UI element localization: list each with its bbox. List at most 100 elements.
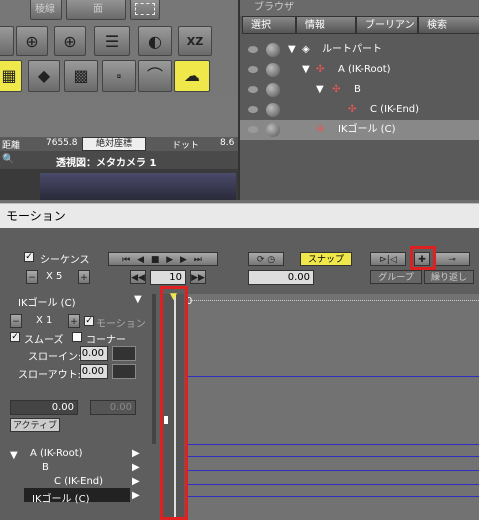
globe-icon: ◐ [148, 32, 162, 51]
repeat-button[interactable]: 繰り返し [424, 270, 474, 284]
motion-window: モーション ✓ シーケンス − X 5 + ⏮ ◀ ■ ▶ ▶ ⏭ ◀◀ 10 … [0, 203, 479, 520]
eye-icon[interactable] [248, 126, 258, 133]
frame-input[interactable]: 10 [150, 270, 186, 285]
tree-row-c[interactable]: ✣ C (IK-End) [240, 100, 479, 120]
value-input-1[interactable]: 0.00 [10, 400, 78, 415]
free-shape-button[interactable]: ☁ [174, 60, 210, 92]
tree-row-ik-goal[interactable]: ✣ IKゴール (C) [240, 120, 479, 140]
prev-key-button[interactable]: ◀◀ [130, 270, 146, 284]
corner-checkbox[interactable] [72, 332, 82, 342]
slow-out-input[interactable]: 0.00 [80, 364, 108, 379]
minus-button[interactable]: − [26, 270, 38, 284]
eye-icon[interactable] [248, 106, 258, 113]
x1-label: X 1 [36, 315, 53, 326]
track-arrow-icon[interactable]: ▶ [132, 490, 140, 501]
tree-expand-icon[interactable]: ▼ [10, 450, 18, 461]
coord-mode-select[interactable]: 絶対座標 [82, 137, 146, 151]
group-button[interactable]: グループ [370, 270, 422, 284]
smooth-label: スムーズ [24, 335, 64, 346]
joint-icon: ✣ [316, 64, 325, 75]
cube-button[interactable]: ◆ [28, 60, 60, 92]
slow-in-label: スローイン: [28, 352, 82, 363]
tree-row-b[interactable]: ▼ ✣ B [240, 80, 479, 100]
xz-plane-button[interactable]: XZ [178, 26, 212, 56]
vertical-scrollbar[interactable] [152, 294, 156, 444]
key-line [185, 496, 479, 497]
distance-label: 距離 [2, 141, 21, 151]
expand-icon[interactable]: ▼ [316, 80, 324, 100]
zoom-icon[interactable]: 🔍 [2, 154, 14, 165]
slow-out-slider[interactable] [112, 364, 136, 379]
grid-button[interactable]: ▦ [0, 60, 22, 92]
highlight-box-add-key [410, 246, 436, 270]
clock-button[interactable]: ⟳ ◷ [248, 252, 284, 266]
part-menu-icon[interactable]: ▼ [134, 294, 142, 305]
tool-button-1[interactable] [0, 26, 14, 56]
corner-label: コーナー [86, 335, 126, 346]
visibility-ball-icon[interactable] [266, 123, 280, 137]
expand-icon[interactable]: ▼ [302, 60, 310, 80]
visibility-ball-icon[interactable] [266, 43, 280, 57]
mesh-button[interactable]: ▩ [64, 60, 98, 92]
curve-button[interactable]: ⌒ [138, 60, 172, 92]
active-button[interactable]: アクティブ [10, 418, 60, 432]
key-nav-button[interactable]: ⊳|◁ [370, 252, 406, 266]
next-key-button[interactable]: ▶▶ [190, 270, 206, 284]
key-line [185, 484, 479, 485]
eye-icon[interactable] [248, 86, 258, 93]
eye-icon[interactable] [248, 66, 258, 73]
tree-row-a[interactable]: ▼ ✣ A (IK-Root) [240, 60, 479, 80]
viewport-title: 透視図：メタカメラ 1 [56, 158, 157, 169]
tab-info[interactable]: 情報 [296, 16, 356, 34]
tree-row-root-part[interactable]: ▼ ◈ ルートパート [240, 40, 479, 60]
tree-label: ルートパート [322, 44, 382, 55]
tool-button-4[interactable]: ☰ [94, 26, 130, 56]
key-icon-button[interactable]: ⊸ [434, 252, 470, 266]
slow-in-input[interactable]: 0.00 [80, 346, 108, 361]
edge-mode-button[interactable]: 稜線 [30, 0, 62, 20]
browser-panel: ブラウザ 選択 情報 ブーリアン 検索 ▼ ◈ ルートパート ▼ ✣ A (IK… [238, 0, 479, 200]
part-icon: ◈ [302, 44, 310, 55]
selected-part-label: IKゴール (C) [18, 298, 76, 309]
visibility-ball-icon[interactable] [266, 103, 280, 117]
tab-boolean[interactable]: ブーリアン [356, 16, 418, 34]
value-input-2[interactable]: 0.00 [90, 400, 136, 415]
track-arrow-icon[interactable]: ▶ [132, 476, 140, 487]
plus-button[interactable]: + [78, 270, 90, 284]
sequence-label: シーケンス [40, 255, 90, 266]
track-label-b: B [42, 462, 49, 473]
timeline-area[interactable] [185, 294, 479, 520]
time-input[interactable]: 0.00 [248, 270, 314, 285]
mesh-icon: ▩ [73, 66, 89, 85]
snap-button[interactable]: スナップ [300, 252, 352, 266]
track-arrow-icon[interactable]: ▶ [132, 462, 140, 473]
x5-label: X 5 [46, 271, 63, 282]
motion-title: モーション [0, 204, 479, 228]
select-region-button[interactable] [130, 0, 160, 20]
point-button[interactable]: ⬞ [102, 60, 136, 92]
tool-button-2[interactable]: ⊕ [16, 26, 48, 56]
plus-button-2[interactable]: + [68, 314, 80, 328]
key-line [185, 456, 479, 457]
visibility-ball-icon[interactable] [266, 63, 280, 77]
motion-checkbox[interactable]: ✓ [84, 316, 94, 326]
eye-icon[interactable] [248, 46, 258, 53]
viewport[interactable]: 🔍 透視図：メタカメラ 1 [0, 151, 238, 200]
tab-select[interactable]: 選択 [242, 16, 296, 34]
tree-label: C (IK-End) [370, 104, 420, 115]
ik-goal-icon: ✣ [316, 124, 325, 135]
expand-icon[interactable]: ▼ [288, 40, 296, 60]
sequence-checkbox[interactable]: ✓ [24, 252, 34, 262]
tool-button-3[interactable]: ⊕ [54, 26, 86, 56]
slow-in-slider[interactable] [112, 346, 136, 361]
face-mode-button[interactable]: 面 [66, 0, 126, 20]
playback-controls[interactable]: ⏮ ◀ ■ ▶ ▶ ⏭ [108, 252, 218, 266]
globe-button[interactable]: ◐ [138, 26, 172, 56]
tab-search[interactable]: 検索 [418, 16, 479, 34]
minus-button-2[interactable]: − [10, 314, 22, 328]
smooth-checkbox[interactable]: ✓ [10, 332, 20, 342]
visibility-ball-icon[interactable] [266, 83, 280, 97]
point-icon: ⬞ [116, 66, 122, 85]
track-arrow-icon[interactable]: ▶ [132, 448, 140, 459]
grid-icon: ▦ [1, 66, 17, 85]
